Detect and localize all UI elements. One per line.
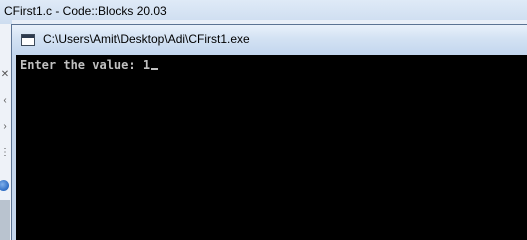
console-prompt-text: Enter the value: [20,58,143,72]
left-panel-glyph: ‹ [3,95,7,106]
screen: CFirst1.c - Code::Blocks 20.03 ✕ ‹ › ⋮ C… [0,0,527,240]
left-panel-glyph: ⋮ [0,147,10,158]
console-window[interactable]: C:\Users\Amit\Desktop\Adi\CFirst1.exe En… [11,24,527,240]
codeblocks-left-panel-bottom [0,200,10,240]
text-cursor [151,68,159,70]
console-app-icon[interactable] [21,34,35,46]
console-line: Enter the value: 1 [20,58,159,72]
codeblocks-window-title: CFirst1.c - Code::Blocks 20.03 [4,4,167,18]
console-output-area[interactable]: Enter the value: 1 [16,55,527,240]
console-titlebar[interactable]: C:\Users\Amit\Desktop\Adi\CFirst1.exe [12,25,527,55]
left-panel-glyph: ✕ [0,69,10,80]
left-panel-glyph: › [3,121,7,132]
console-input-value: 1 [142,58,151,72]
console-icon-bar [22,35,34,38]
console-window-title: C:\Users\Amit\Desktop\Adi\CFirst1.exe [43,32,250,46]
